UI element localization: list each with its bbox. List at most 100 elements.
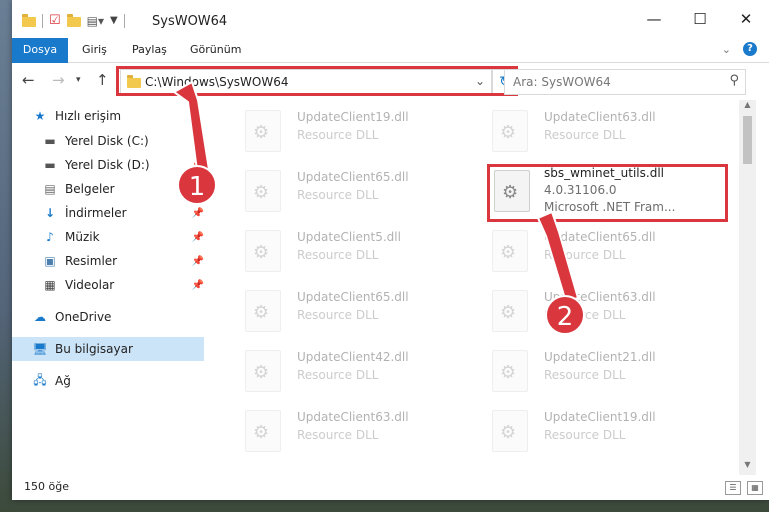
music-icon: ♪ <box>46 230 54 244</box>
file-item[interactable]: ⚙ UpdateClient5.dll Resource DLL <box>235 224 455 278</box>
file-item[interactable]: ⚙ UpdateClient63.dll Resource DLL <box>482 284 702 338</box>
dll-file-icon: ⚙ <box>245 110 281 152</box>
pin-icon[interactable]: 📌 <box>192 256 204 267</box>
address-highlight-box <box>116 66 518 96</box>
gear-icon: ⚙ <box>500 122 517 143</box>
file-name: UpdateClient5.dll <box>297 230 401 244</box>
file-name: UpdateClient65.dll <box>544 230 656 244</box>
pin-icon[interactable]: 📌 <box>192 136 204 147</box>
file-type: Resource DLL <box>297 128 379 142</box>
file-name: UpdateClient65.dll <box>297 170 409 184</box>
search-icon[interactable]: ⚲ <box>729 73 739 88</box>
tab-share[interactable]: Paylaş <box>122 38 177 62</box>
dll-file-icon: ⚙ <box>492 230 528 272</box>
status-bar: 150 öğe ☰ ▦ <box>12 475 769 500</box>
navigation-pane: ★ Hızlı erişim ▬ Yerel Disk (C:) 📌 ▬ Yer… <box>12 100 208 475</box>
sidebar-item-onedrive[interactable]: ☁ OneDrive <box>32 305 224 329</box>
scrollbar-thumb[interactable] <box>743 116 752 164</box>
large-icons-view-icon[interactable]: ▦ <box>747 481 763 495</box>
file-name: UpdateClient21.dll <box>544 350 656 364</box>
gear-icon: ⚙ <box>500 422 517 443</box>
file-item[interactable]: ⚙ UpdateClient63.dll Resource DLL <box>235 404 455 458</box>
file-highlight-box <box>487 164 728 222</box>
ribbon-tabs: Dosya Giriş Paylaş Görünüm ⌄ ? <box>12 38 769 92</box>
new-folder-icon[interactable] <box>66 14 81 27</box>
documents-icon: ▤ <box>44 182 56 196</box>
sidebar-item-music[interactable]: ♪ Müzik 📌 <box>42 225 204 249</box>
dropdown-arrow-icon[interactable]: ▼ <box>110 15 118 26</box>
sidebar-item-network[interactable]: 🖧 Ağ <box>32 369 224 393</box>
gear-icon: ⚙ <box>500 362 517 383</box>
dll-file-icon: ⚙ <box>492 290 528 332</box>
file-type: Resource DLL <box>544 428 626 442</box>
minimize-button[interactable]: — <box>631 0 677 38</box>
sidebar-item-downloads[interactable]: ↓ İndirmeler 📌 <box>42 201 204 225</box>
file-item[interactable]: ⚙ UpdateClient19.dll Resource DLL <box>235 104 455 158</box>
help-icon[interactable]: ? <box>743 42 757 56</box>
pin-icon[interactable]: 📌 <box>192 208 204 219</box>
file-item[interactable]: ⚙ UpdateClient21.dll Resource DLL <box>482 344 702 398</box>
dll-file-icon: ⚙ <box>245 170 281 212</box>
sidebar-item-label: Videolar <box>65 278 115 292</box>
sidebar-item-local-disk-c[interactable]: ▬ Yerel Disk (C:) 📌 <box>42 129 204 153</box>
up-arrow-icon[interactable]: ↑ <box>96 71 109 89</box>
step-1-badge: 1 <box>177 165 217 205</box>
gear-icon: ⚙ <box>253 242 270 263</box>
dll-file-icon: ⚙ <box>245 350 281 392</box>
gear-icon: ⚙ <box>500 242 517 263</box>
forward-arrow-icon[interactable]: → <box>52 71 65 89</box>
scroll-up-icon[interactable]: ▲ <box>743 100 752 109</box>
search-placeholder[interactable]: Ara: SysWOW64 <box>513 75 611 89</box>
sidebar-item-pictures[interactable]: ▣ Resimler 📌 <box>42 249 204 273</box>
dll-file-icon: ⚙ <box>492 350 528 392</box>
dll-file-icon: ⚙ <box>492 110 528 152</box>
star-icon: ★ <box>34 109 46 123</box>
file-item[interactable]: ⚙ UpdateClient42.dll Resource DLL <box>235 344 455 398</box>
file-item[interactable]: ⚙ UpdateClient65.dll Resource DLL <box>482 224 702 278</box>
file-type: Resource DLL <box>297 248 379 262</box>
sidebar-item-quick-access[interactable]: ★ Hızlı erişim <box>32 104 224 128</box>
pin-icon[interactable]: 📌 <box>192 232 204 243</box>
title-bar: ☑ ▤▾ ▼ SysWOW64 — ☐ ✕ <box>12 0 769 38</box>
tab-home[interactable]: Giriş <box>72 38 117 62</box>
gear-icon: ⚙ <box>253 422 270 443</box>
file-name: UpdateClient63.dll <box>297 410 409 424</box>
explorer-window: ☑ ▤▾ ▼ SysWOW64 — ☐ ✕ Dosya Giriş Paylaş… <box>12 0 769 500</box>
gear-icon: ⚙ <box>253 122 270 143</box>
toolbar-separator <box>123 13 125 28</box>
scroll-down-icon[interactable]: ▼ <box>743 460 752 469</box>
expand-ribbon-icon[interactable]: ⌄ <box>722 43 731 56</box>
gear-icon: ⚙ <box>500 302 517 323</box>
properties-icon[interactable]: ☑ <box>49 13 61 28</box>
tab-view[interactable]: Görünüm <box>180 38 251 62</box>
customize-toolbar-icon[interactable]: ▤▾ <box>87 14 104 28</box>
search-box[interactable]: Ara: SysWOW64 ⚲ <box>504 69 746 95</box>
sidebar-item-videos[interactable]: ▦ Videolar 📌 <box>42 273 204 297</box>
back-arrow-icon[interactable]: ← <box>22 71 35 89</box>
sidebar-item-label: İndirmeler <box>65 206 127 220</box>
sidebar-item-label: Ağ <box>55 374 71 388</box>
file-item[interactable]: ⚙ UpdateClient19.dll Resource DLL <box>482 404 702 458</box>
sidebar-item-this-pc[interactable]: 🖥 Bu bilgisayar <box>12 337 204 361</box>
file-item[interactable]: ⚙ UpdateClient65.dll Resource DLL <box>235 284 455 338</box>
file-type: Resource DLL <box>297 188 379 202</box>
sidebar-item-label: Müzik <box>65 230 100 244</box>
videos-icon: ▦ <box>44 278 56 292</box>
file-type: Resource DLL <box>297 368 379 382</box>
quick-access-toolbar: ☑ ▤▾ ▼ <box>22 13 125 28</box>
file-type: Resource DLL <box>297 308 379 322</box>
close-button[interactable]: ✕ <box>723 0 769 38</box>
dll-file-icon: ⚙ <box>245 410 281 452</box>
pin-icon[interactable]: 📌 <box>192 280 204 291</box>
dll-file-icon: ⚙ <box>245 290 281 332</box>
window-title: SysWOW64 <box>152 14 228 29</box>
file-item[interactable]: ⚙ UpdateClient63.dll Resource DLL <box>482 104 702 158</box>
recent-locations-icon[interactable]: ▾ <box>76 75 81 85</box>
computer-icon: 🖥 <box>32 342 48 356</box>
pictures-icon: ▣ <box>44 254 56 268</box>
cloud-icon: ☁ <box>34 310 46 324</box>
details-view-icon[interactable]: ☰ <box>725 481 741 495</box>
maximize-button[interactable]: ☐ <box>677 0 723 38</box>
file-name: UpdateClient65.dll <box>297 290 409 304</box>
file-item[interactable]: ⚙ UpdateClient65.dll Resource DLL <box>235 164 455 218</box>
